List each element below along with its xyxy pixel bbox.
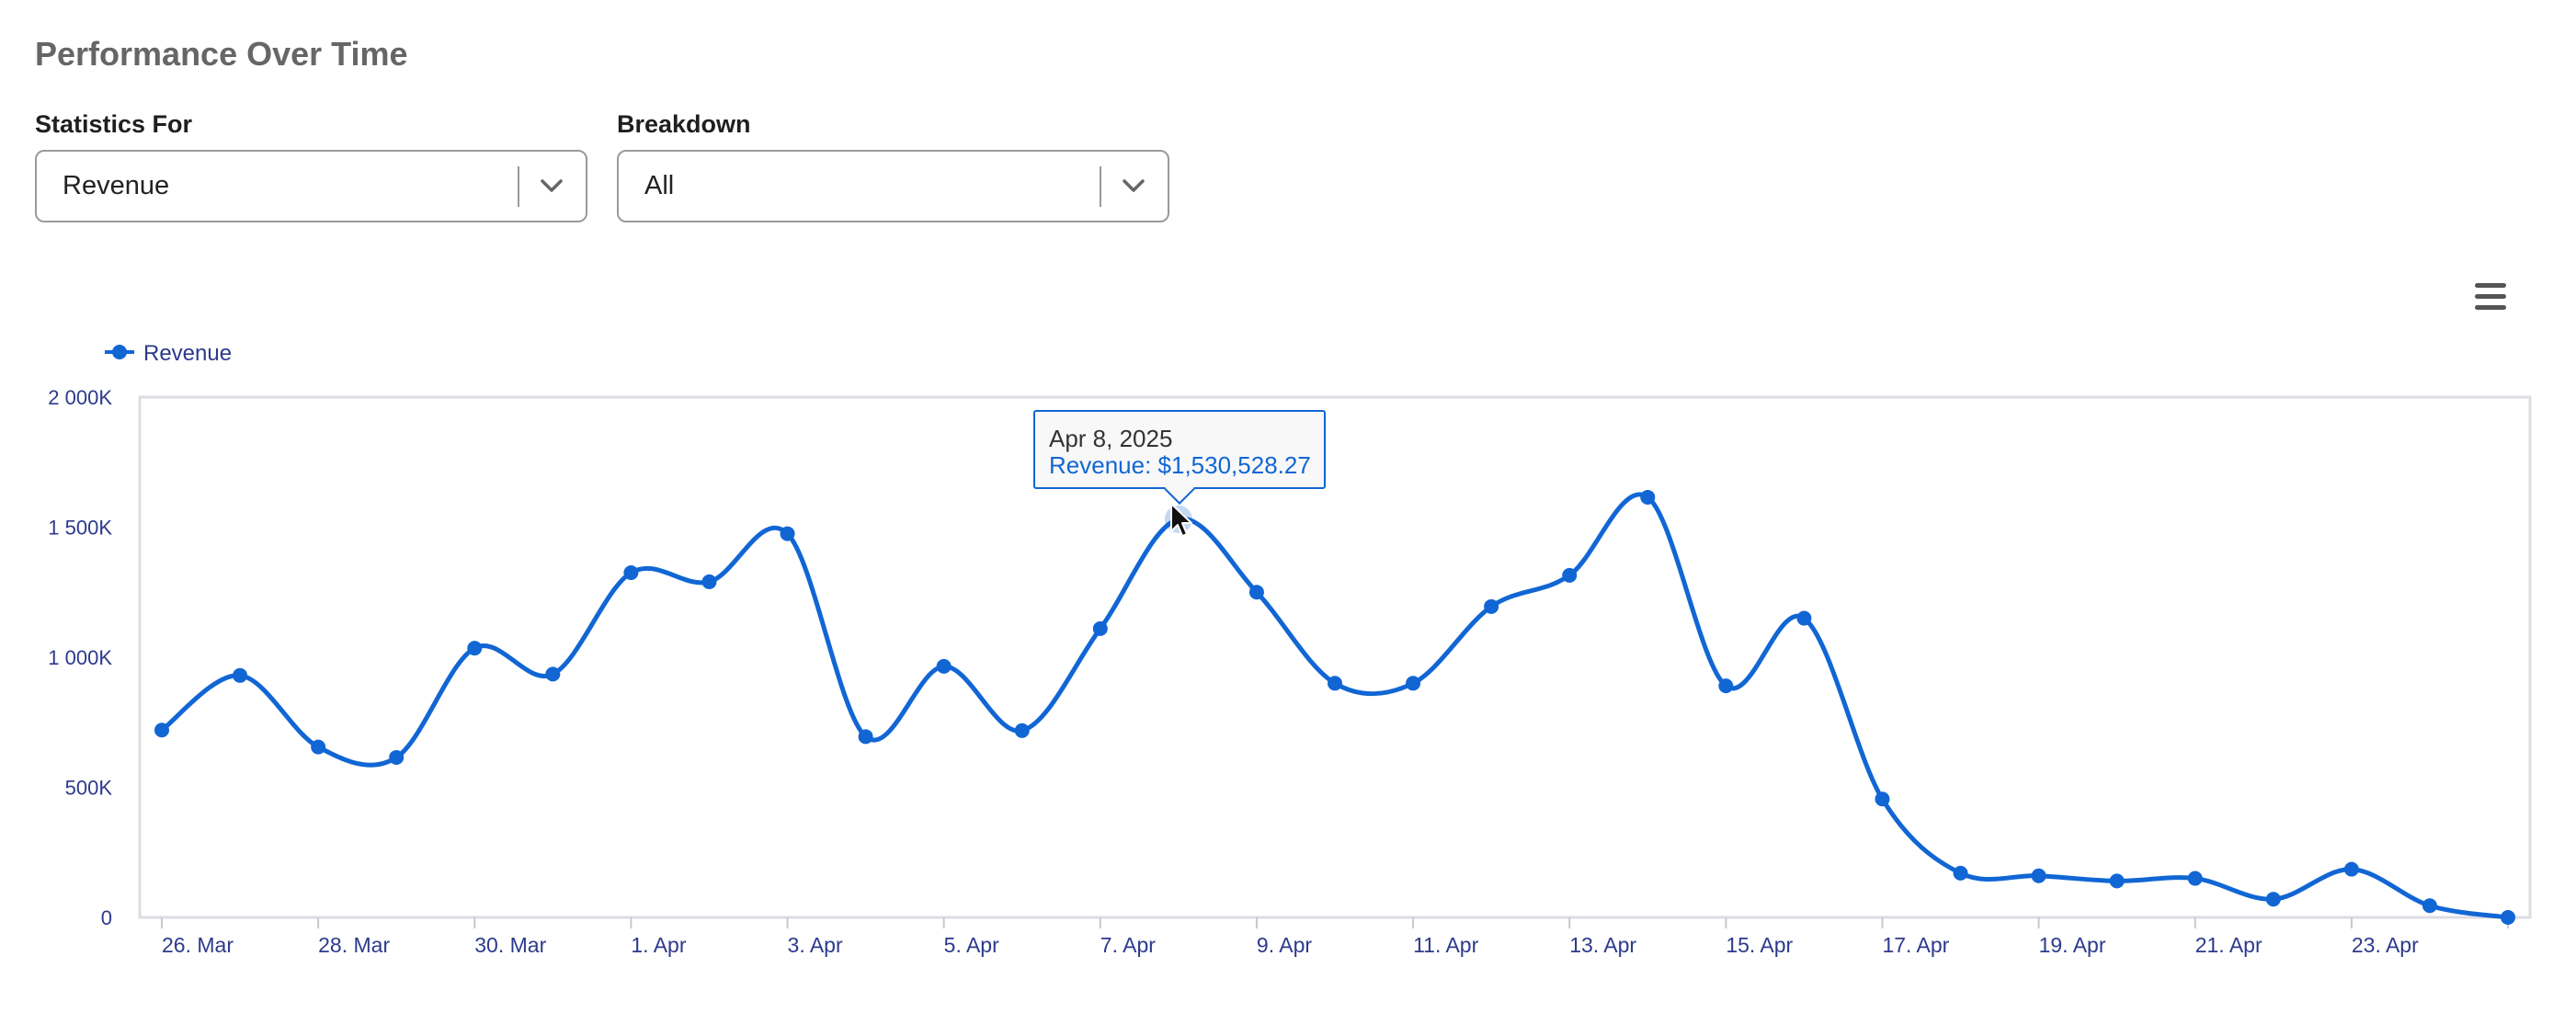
data-point — [1953, 865, 1968, 881]
x-tick-label: 11. Apr — [1413, 933, 1479, 957]
data-point — [2422, 898, 2437, 914]
data-point — [1328, 676, 1342, 691]
data-point — [1796, 610, 1812, 626]
chevron-down-icon[interactable] — [536, 170, 567, 201]
chart-tooltip: Apr 8, 2025 Revenue: $1,530,528.27 — [1033, 410, 1326, 505]
data-point — [1562, 567, 1578, 583]
data-point — [936, 658, 952, 674]
y-tick-label: 1 500K — [48, 517, 112, 540]
data-point — [2265, 892, 2281, 907]
select-separator — [518, 166, 519, 207]
x-tick-label: 21. Apr — [2195, 933, 2263, 957]
plot-border — [138, 395, 2532, 919]
data-point — [1092, 620, 1108, 636]
data-point — [1875, 791, 1890, 807]
data-point — [2031, 868, 2046, 883]
statistics-for-value: Revenue — [63, 171, 170, 200]
x-tick-label: 28. Mar — [318, 933, 390, 957]
x-tick-label: 26. Mar — [162, 933, 234, 957]
x-tick-label: 30. Mar — [474, 933, 546, 957]
data-point — [389, 749, 405, 765]
statistics-for-label: Statistics For — [35, 110, 193, 138]
hamburger-menu-icon[interactable] — [2471, 278, 2510, 316]
y-tick-label: 2 000K — [48, 386, 112, 409]
data-point — [545, 666, 561, 682]
data-point — [858, 729, 873, 745]
breakdown-select[interactable]: All — [617, 150, 1169, 222]
data-point — [233, 667, 248, 683]
x-tick-label: 5. Apr — [944, 933, 999, 957]
data-point — [1248, 585, 1264, 600]
y-tick-label: 1 000K — [48, 646, 112, 669]
data-point — [2501, 910, 2515, 925]
x-tick-label: 13. Apr — [1569, 933, 1636, 957]
series-line-revenue — [160, 492, 2509, 920]
data-point — [1014, 723, 1030, 738]
x-tick-label: 1. Apr — [631, 933, 686, 957]
data-point — [2343, 861, 2359, 877]
legend-marker — [112, 345, 127, 359]
data-point — [154, 723, 169, 738]
breakdown-label: Breakdown — [617, 110, 751, 138]
data-point — [1406, 676, 1421, 691]
x-tick-label: 15. Apr — [1726, 933, 1793, 957]
y-tick-label: 500K — [65, 777, 113, 800]
x-tick-label: 7. Apr — [1100, 933, 1156, 957]
page-title: Performance Over Time — [35, 35, 408, 73]
data-point — [1484, 598, 1499, 614]
data-point — [1640, 489, 1656, 505]
data-point — [1718, 678, 1734, 694]
data-point — [2109, 873, 2125, 889]
mouse-pointer-icon — [1170, 503, 1192, 537]
statistics-for-select[interactable]: Revenue — [35, 150, 587, 222]
x-tick-label: 23. Apr — [2352, 933, 2419, 957]
chevron-down-icon[interactable] — [1118, 170, 1149, 201]
y-tick-label: 0 — [101, 906, 112, 929]
data-point — [311, 739, 326, 755]
tooltip-date: Apr 8, 2025 — [1049, 425, 1173, 452]
x-tick-label: 9. Apr — [1257, 933, 1312, 957]
breakdown-value: All — [644, 171, 675, 200]
data-point — [780, 526, 795, 541]
legend-label: Revenue — [143, 341, 232, 366]
data-point — [623, 565, 639, 581]
x-tick-label: 3. Apr — [788, 933, 843, 957]
data-point — [2187, 871, 2203, 886]
x-tick-label: 19. Apr — [2039, 933, 2106, 957]
data-point — [467, 641, 483, 656]
x-tick-label: 17. Apr — [1882, 933, 1949, 957]
select-separator — [1100, 166, 1101, 207]
data-point — [701, 574, 717, 589]
